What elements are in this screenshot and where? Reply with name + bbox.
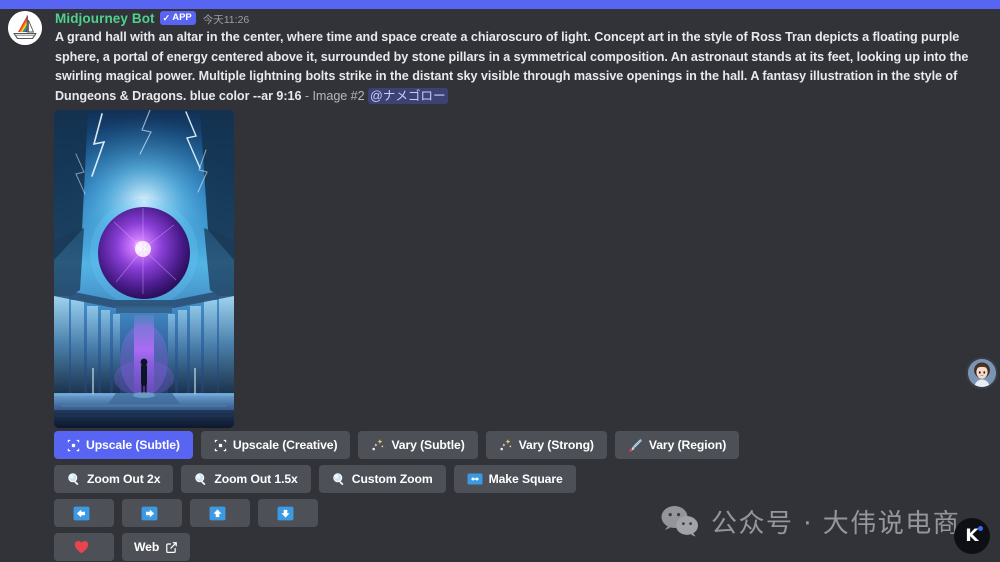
upscale-subtle-button[interactable]: Upscale (Subtle) (54, 431, 193, 459)
message-header: Midjourney Bot ✓ APP 今天11:26 (55, 9, 986, 27)
pan-right-button[interactable] (122, 499, 182, 527)
zoom-out-2x-label: Zoom Out 2x (87, 472, 161, 486)
paintbrush-icon (628, 438, 643, 453)
web-button[interactable]: Web (122, 533, 191, 561)
zoom-out-1-5x-label: Zoom Out 1.5x (214, 472, 298, 486)
top-accent-bar (0, 0, 1000, 9)
generated-image-attachment[interactable] (54, 110, 234, 428)
vary-region-label: Vary (Region) (648, 438, 727, 452)
make-square-button[interactable]: Make Square (453, 465, 576, 493)
app-badge: ✓ APP (159, 10, 196, 26)
custom-zoom-button[interactable]: Custom Zoom (318, 465, 446, 493)
vary-strong-label: Vary (Strong) (518, 438, 594, 452)
verified-check-icon: ✓ (162, 12, 171, 23)
custom-zoom-label: Custom Zoom (351, 472, 433, 486)
magnifier-icon (332, 472, 346, 486)
heart-icon (73, 539, 90, 555)
prompt-separator: - (304, 88, 310, 103)
external-link-icon (165, 541, 178, 554)
left-right-arrow-icon (467, 471, 483, 487)
zoom-row: Zoom Out 2x Zoom Out 1.5x Custom Zoom Ma… (54, 465, 954, 493)
upscale-creative-button[interactable]: Upscale (Creative) (200, 431, 351, 459)
web-label: Web (134, 540, 160, 554)
upscale-subtle-label: Upscale (Subtle) (86, 438, 180, 452)
pan-up-button[interactable] (190, 499, 250, 527)
author-name[interactable]: Midjourney Bot (55, 11, 155, 26)
pan-row (54, 499, 954, 527)
sailboat-rainbow-avatar[interactable] (8, 11, 42, 45)
vary-strong-button[interactable]: Vary (Strong) (485, 431, 607, 459)
member-avatar[interactable] (966, 357, 998, 389)
image-index-label: Image #2 (312, 88, 365, 103)
vary-region-button[interactable]: Vary (Region) (614, 431, 740, 459)
favorite-web-row: Web (54, 533, 954, 561)
corner-badge-letter: K (965, 526, 979, 546)
pan-down-button[interactable] (258, 499, 318, 527)
zoom-out-2x-button[interactable]: Zoom Out 2x (54, 465, 174, 493)
message-timestamp: 今天11:26 (202, 13, 250, 26)
favorite-button[interactable] (54, 533, 114, 561)
notification-dot (978, 526, 983, 531)
magnifier-icon (67, 472, 81, 486)
user-mention[interactable]: @ナメゴロー (368, 87, 448, 104)
vary-subtle-button[interactable]: Vary (Subtle) (358, 431, 478, 459)
upscale-grid-icon (214, 439, 227, 452)
discord-message-screenshot: Midjourney Bot ✓ APP 今天11:26 A grand hall… (0, 0, 1000, 562)
magnifier-icon (194, 472, 208, 486)
arrow-up-icon (209, 505, 226, 522)
upscale-vary-row: Upscale (Subtle) Upscale (Creative) Vary… (54, 431, 954, 459)
vary-subtle-label: Vary (Subtle) (391, 438, 465, 452)
make-square-label: Make Square (488, 472, 563, 486)
pan-left-button[interactable] (54, 499, 114, 527)
app-badge-label: APP (172, 12, 192, 24)
zoom-out-1-5x-button[interactable]: Zoom Out 1.5x (181, 465, 311, 493)
author-avatar-container[interactable] (8, 11, 48, 51)
arrow-down-icon (277, 505, 294, 522)
sparkles-icon (371, 438, 385, 452)
message-block: Midjourney Bot ✓ APP 今天11:26 A grand hall… (0, 9, 1000, 106)
female-anime-avatar (968, 359, 996, 387)
message-content: A grand hall with an altar in the center… (55, 28, 985, 106)
message-action-rows: Upscale (Subtle) Upscale (Creative) Vary… (54, 431, 954, 562)
prompt-text: A grand hall with an altar in the center… (55, 30, 969, 103)
sparkles-icon (499, 438, 513, 452)
corner-k-badge[interactable]: K (954, 518, 990, 554)
arrow-left-icon (73, 505, 90, 522)
upscale-creative-label: Upscale (Creative) (232, 438, 338, 452)
upscale-grid-icon (67, 439, 80, 452)
message-body: Midjourney Bot ✓ APP 今天11:26 A grand hall… (55, 9, 1000, 106)
arrow-right-icon (141, 505, 158, 522)
